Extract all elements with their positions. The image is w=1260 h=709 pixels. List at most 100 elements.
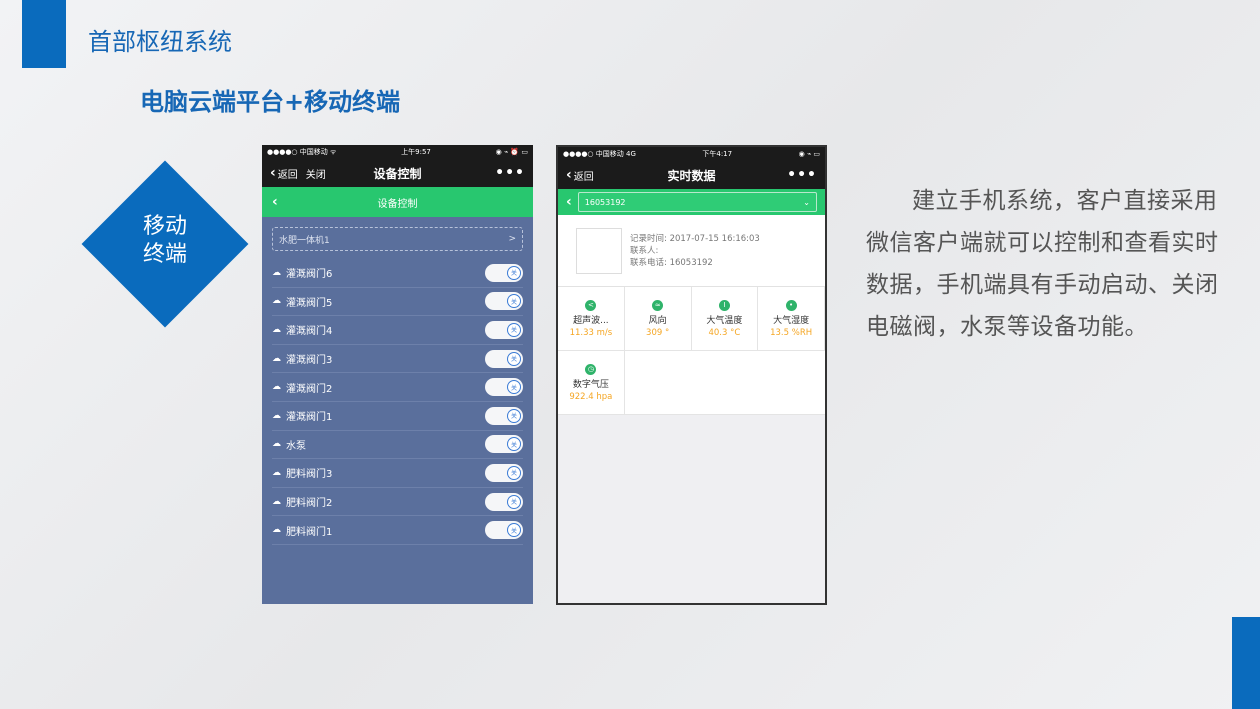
device-toggle[interactable]: 关	[485, 492, 523, 511]
toggle-knob: 关	[507, 294, 521, 309]
sensor-value: 13.5 %RH	[770, 327, 813, 338]
accent-bar-bottom	[1232, 617, 1260, 709]
accent-bar-top	[22, 0, 66, 68]
device-row: ☁ 灌溉阀门3 关	[272, 345, 523, 374]
device-label: 灌溉阀门6	[286, 269, 333, 281]
device-label: 肥料阀门2	[286, 498, 333, 510]
device-toggle[interactable]: 关	[485, 435, 523, 454]
green-header-title: 设备控制	[377, 198, 418, 210]
sensor-bar: ‹ 16053192 ⌄	[558, 189, 825, 215]
device-toggle[interactable]: 关	[485, 292, 523, 311]
device-label: 肥料阀门1	[286, 526, 333, 538]
device-toggle[interactable]: 关	[485, 320, 523, 339]
share-icon: <	[585, 299, 597, 311]
status-bar: ●●●●○ 中国移动 ᯤ 上午9:57 ◉ ⌁ ⏰ ▭	[262, 145, 533, 159]
back-chevron-icon[interactable]: ‹	[566, 167, 572, 183]
chevron-right-icon: >	[508, 234, 516, 244]
toggle-knob: 关	[507, 265, 521, 280]
info-lines: 记录时间: 2017-07-15 16:16:03 联系人: 联系电话: 160…	[630, 233, 760, 269]
toggle-knob: 关	[507, 351, 521, 366]
back-chevron-icon[interactable]: ‹	[270, 165, 276, 181]
device-thumbnail	[576, 227, 622, 274]
device-row: ☁ 肥料阀门2 关	[272, 488, 523, 517]
diamond-label-line2: 终端	[142, 242, 187, 267]
sensor-name: 大气温度	[706, 315, 743, 326]
device-label: 灌溉阀门4	[286, 326, 333, 338]
toggle-knob: 关	[507, 465, 521, 480]
sensor-cell[interactable]: • 大气湿度 13.5 %RH	[758, 287, 825, 351]
nav-bar: ‹ 返回 实时数据 •••	[558, 161, 825, 189]
gauge-icon: ◷	[585, 363, 597, 375]
device-label: 肥料阀门3	[286, 469, 333, 481]
more-menu-icon[interactable]: •••	[787, 167, 817, 183]
device-toggle[interactable]: 关	[485, 263, 523, 282]
sensor-cell[interactable]: < 超声波... 11.33 m/s	[558, 287, 625, 351]
more-menu-icon[interactable]: •••	[495, 165, 525, 181]
toggle-knob: 关	[507, 523, 521, 538]
nav-title: 实时数据	[667, 168, 716, 183]
sensor-value: 40.3 °C	[708, 327, 741, 338]
status-icons: ◉ ⌁ ▭	[798, 150, 820, 158]
device-row: ☁ 水泵 关	[272, 431, 523, 460]
back-button[interactable]: 返回	[574, 168, 594, 183]
slide-subtitle: 电脑云端平台+移动终端	[140, 88, 401, 116]
chevron-down-icon: ⌄	[803, 197, 810, 207]
toggle-knob: 关	[507, 494, 521, 509]
device-row: ☁ 肥料阀门3 关	[272, 459, 523, 488]
device-icon: ☁	[272, 496, 281, 507]
device-label: 灌溉阀门1	[286, 412, 333, 424]
sensor-select-value: 16053192	[584, 197, 626, 207]
status-icons: ◉ ⌁ ⏰ ▭	[495, 148, 528, 156]
device-label: 灌溉阀门3	[286, 355, 333, 367]
device-select[interactable]: 水肥一体机1 >	[272, 227, 523, 251]
mobile-terminal-diamond: 移动 终端	[81, 160, 249, 328]
device-row: ☁ 灌溉阀门1 关	[272, 402, 523, 431]
toggle-knob: 关	[507, 322, 521, 337]
device-toggle[interactable]: 关	[485, 521, 523, 540]
diamond-label: 移动 终端	[82, 213, 248, 269]
device-icon: ☁	[272, 267, 281, 278]
sensor-value: 922.4 hpa	[569, 391, 613, 402]
sensor-cell[interactable]: I 大气温度 40.3 °C	[691, 287, 759, 351]
back-chevron-icon[interactable]: ‹	[272, 194, 278, 210]
status-carrier: ●●●●○ 中国移动 ᯤ	[267, 148, 337, 156]
sensor-cell[interactable]: ◷ 数字气压 922.4 hpa	[558, 351, 625, 415]
device-icon: ☁	[272, 382, 281, 393]
sensor-select[interactable]: 16053192 ⌄	[577, 192, 817, 212]
device-row: ☁ 灌溉阀门6 关	[272, 259, 523, 288]
device-icon: ☁	[272, 439, 281, 450]
device-icon: ☁	[272, 525, 281, 536]
device-toggle[interactable]: 关	[485, 463, 523, 482]
phone-device-control: ●●●●○ 中国移动 ᯤ 上午9:57 ◉ ⌁ ⏰ ▭ ‹ 返回 关闭 设备控制…	[262, 145, 533, 604]
slide-title: 首部枢纽系统	[88, 28, 232, 56]
status-time: 上午9:57	[401, 148, 431, 156]
sensor-name: 大气湿度	[773, 315, 810, 326]
toggle-knob: 关	[507, 408, 521, 423]
device-label: 灌溉阀门2	[286, 383, 333, 395]
device-toggle[interactable]: 关	[485, 406, 523, 425]
sensor-name: 数字气压	[572, 379, 609, 390]
wind-icon: ≈	[652, 299, 664, 311]
contact-phone: 联系电话: 16053192	[630, 257, 713, 268]
device-list: ☁ 灌溉阀门6 关 ☁ 灌溉阀门5 关 ☁ 灌溉阀门4 关 ☁ 灌溉阀门3 关 ☁ 灌溉阀门2 关 ☁ 灌溉阀门…	[262, 259, 533, 545]
nav-title: 设备控制	[373, 166, 422, 181]
device-icon: ☁	[272, 353, 281, 364]
device-toggle[interactable]: 关	[485, 349, 523, 368]
device-toggle[interactable]: 关	[485, 378, 523, 397]
thermometer-icon: I	[718, 299, 730, 311]
sensor-value: 309 °	[646, 327, 670, 338]
grid-empty-space	[624, 351, 825, 415]
sensor-name: 风向	[648, 315, 667, 326]
sensor-grid: < 超声波... 11.33 m/s ≈ 风向 309 ° I 大气温度 40.3 °C • 大气湿…	[558, 287, 825, 415]
close-button[interactable]: 关闭	[306, 166, 326, 181]
description-text: 建立手机系统，客户直接采用微信客户端就可以控制和查看实时数据，手机端具有手动启动…	[866, 188, 1219, 340]
phone-realtime-data: ●●●●○ 中国移动 4G 下午4:17 ◉ ⌁ ▭ ‹ 返回 实时数据 •••…	[556, 145, 827, 605]
device-icon: ☁	[272, 410, 281, 421]
device-row: ☁ 肥料阀门1 关	[272, 516, 523, 545]
device-row: ☁ 灌溉阀门5 关	[272, 288, 523, 317]
back-button[interactable]: 返回	[278, 166, 298, 181]
sensor-cell[interactable]: ≈ 风向 309 °	[624, 287, 692, 351]
back-chevron-icon[interactable]: ‹	[566, 194, 572, 210]
device-label: 水泵	[286, 440, 306, 452]
diamond-label-line1: 移动	[142, 214, 187, 239]
